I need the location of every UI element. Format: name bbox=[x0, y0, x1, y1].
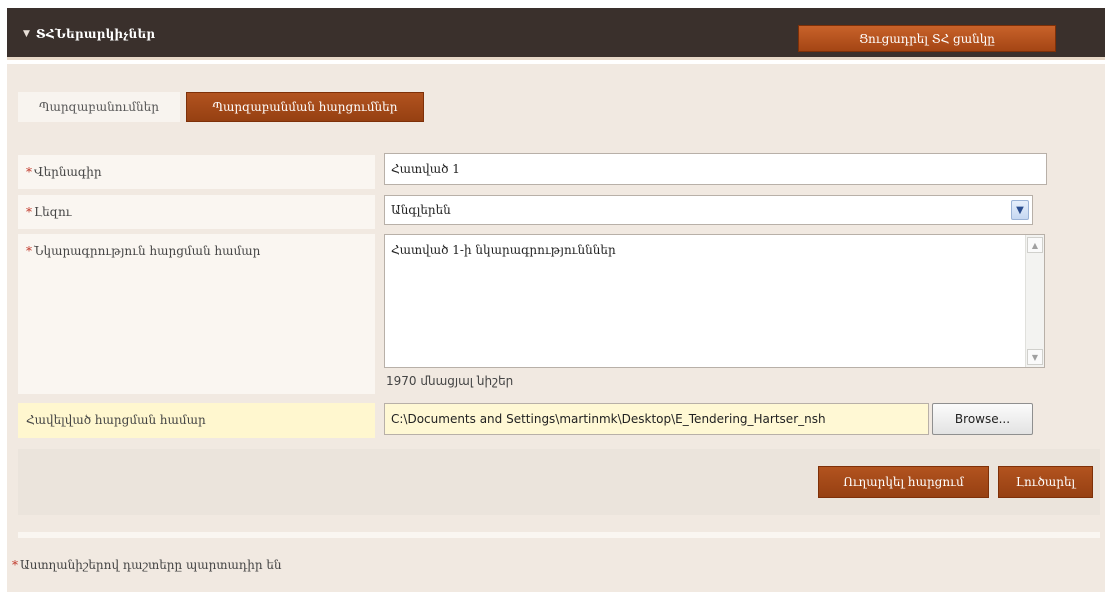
attachment-label: Հավելված հարցման համար bbox=[18, 403, 375, 438]
description-label-text: Նկարագրություն հարցման համար bbox=[34, 244, 261, 258]
show-list-button[interactable]: Ցուցադրել ՏՀ ցանկը bbox=[798, 25, 1056, 52]
description-label: * Նկարագրություն հարցման համար bbox=[18, 234, 375, 394]
attachment-file-input[interactable]: C:\Documents and Settings\martinmk\Deskt… bbox=[384, 403, 929, 435]
dropdown-arrow-icon[interactable]: ▼ bbox=[1011, 200, 1029, 220]
required-fields-note: * Աստղանիշերով դաշտերը պարտադիր են bbox=[12, 558, 282, 572]
required-marker: * bbox=[26, 165, 32, 179]
divider bbox=[18, 532, 1100, 538]
description-textarea[interactable]: Հատված 1-ի նկարագրությունններ ▲ ▼ bbox=[384, 234, 1045, 368]
language-label-text: Լեզու bbox=[34, 205, 72, 219]
scroll-down-icon[interactable]: ▼ bbox=[1027, 349, 1043, 365]
chevron-down-icon[interactable]: ▼ bbox=[23, 29, 30, 39]
section-header: ▼ ՏՀՆերարկիչներ Ցուցադրել ՏՀ ցանկը bbox=[7, 8, 1105, 60]
remaining-characters: 1970 մնացյալ նիշեր bbox=[386, 374, 514, 388]
title-input[interactable]: Հատված 1 bbox=[384, 153, 1047, 185]
language-label: * Լեզու bbox=[18, 195, 375, 229]
title-label: * Վերնագիր bbox=[18, 155, 375, 189]
title-label-text: Վերնագիր bbox=[34, 165, 102, 179]
attachment-label-text: Հավելված հարցման համար bbox=[26, 413, 206, 427]
required-marker: * bbox=[26, 205, 32, 219]
language-selected-value: Անգլերեն bbox=[391, 203, 451, 217]
section-toggle[interactable]: ▼ ՏՀՆերարկիչներ bbox=[23, 24, 155, 44]
browse-button[interactable]: Browse... bbox=[932, 403, 1033, 435]
tab-clarification-requests[interactable]: Պարզաբանման հարցումներ bbox=[186, 92, 424, 122]
section-title: ՏՀՆերարկիչներ bbox=[35, 27, 156, 41]
required-marker: * bbox=[12, 558, 18, 572]
description-text: Հատված 1-ի նկարագրությունններ bbox=[391, 243, 616, 257]
tab-clarifications[interactable]: Պարզաբանումներ bbox=[18, 92, 180, 122]
page: ▼ ՏՀՆերարկիչներ Ցուցադրել ՏՀ ցանկը Պարզա… bbox=[0, 0, 1105, 592]
scroll-up-icon[interactable]: ▲ bbox=[1027, 237, 1043, 253]
required-fields-note-text: Աստղանիշերով դաշտերը պարտադիր են bbox=[20, 558, 282, 572]
cancel-button[interactable]: Լուծարել bbox=[998, 466, 1093, 498]
submit-request-button[interactable]: Ուղարկել հարցում bbox=[818, 466, 989, 498]
textarea-scrollbar[interactable]: ▲ ▼ bbox=[1025, 235, 1044, 367]
required-marker: * bbox=[26, 244, 32, 258]
language-select[interactable]: Անգլերեն ▼ bbox=[384, 195, 1033, 225]
